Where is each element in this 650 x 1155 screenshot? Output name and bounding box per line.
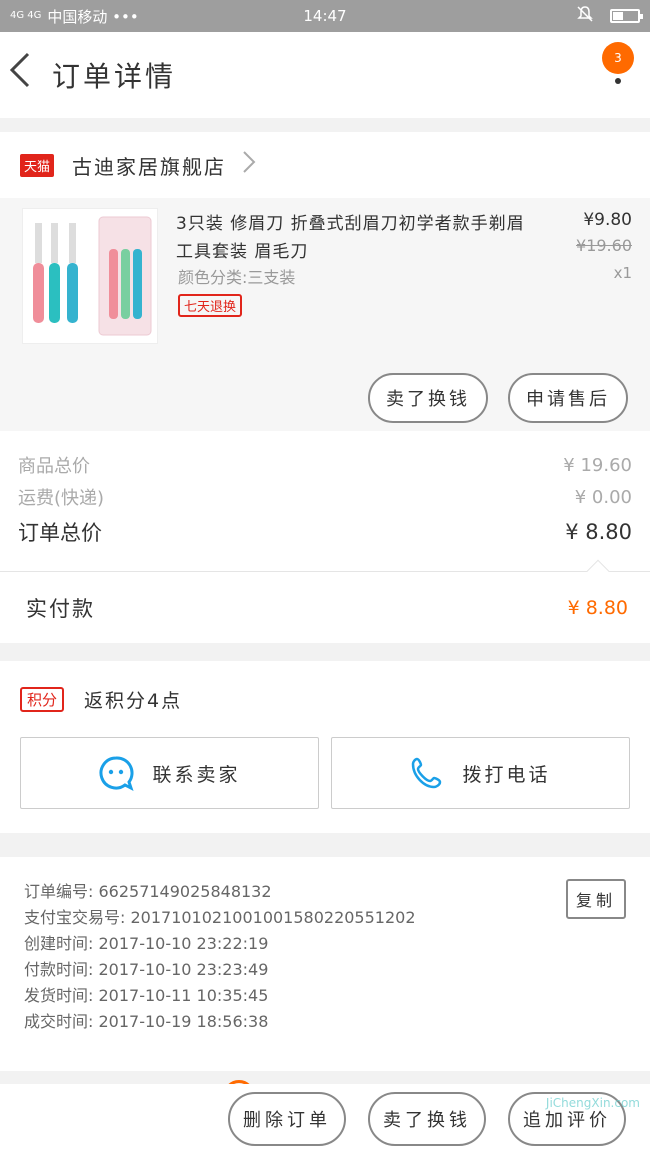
signal-indicator: 4G 4G [10,10,42,21]
shop-name: 古迪家居旗舰店 [72,154,227,179]
copy-button[interactable]: 复制 [565,879,626,919]
goods-total-value: ¥ 19.60 [563,454,632,476]
order-total-value: ¥ 8.80 [565,520,632,544]
paid-time: 付款时间: 2017-10-10 23:23:49 [24,960,269,979]
chat-icon [100,756,135,791]
paid-row: 实付款 ¥ 8.80 [0,559,650,643]
bottom-action-bar: 删除订单 卖了换钱 追加评价 JiChengXin.com [0,1084,650,1155]
product-title: 3只装 修眉刀 折叠式刮眉刀初学者款手剃眉工具套装 眉毛刀 [176,214,525,262]
product-quantity: x1 [613,264,632,282]
points-section: 积分 返积分4点 联系卖家 拨打电话 [0,661,650,833]
chevron-right-icon [242,150,256,181]
shop-row[interactable]: 天猫 古迪家居旗舰店 [0,132,650,198]
back-icon[interactable] [8,50,48,100]
carrier-name: 中国移动 ••• [47,7,139,26]
product-card[interactable]: 3只装 修眉刀 折叠式刮眉刀初学者款手剃眉工具套装 眉毛刀 颜色分类:三支装 七… [0,198,650,431]
alipay-number: 支付宝交易号: 2017101021001001580220551202 [24,908,416,927]
mute-icon [576,5,594,27]
product-price: ¥9.80 [583,210,632,230]
contact-seller-label: 联系卖家 [152,763,241,786]
after-sale-button[interactable]: 申请售后 [508,373,628,423]
points-badge: 积分 [20,686,65,712]
product-sku: 颜色分类:三支装 [178,268,296,287]
order-info: 订单编号: 66257149025848132 支付宝交易号: 20171010… [0,857,650,1071]
shipping-label: 运费(快递) [18,488,105,509]
call-phone-label: 拨打电话 [462,763,551,786]
goods-total-label: 商品总价 [18,456,90,477]
shipping-value: ¥ 0.00 [574,486,632,508]
tmall-logo: 天猫 [20,153,55,177]
shipped-time: 发货时间: 2017-10-11 10:35:45 [24,986,269,1005]
paid-value: ¥ 8.80 [567,596,628,619]
points-text: 返积分4点 [84,689,183,712]
completed-time: 成交时间: 2017-10-19 18:56:38 [24,1012,269,1031]
created-time: 创建时间: 2017-10-10 23:22:19 [24,934,269,953]
watermark: JiChengXin.com [545,1096,640,1110]
notification-badge: 3 [602,42,634,74]
phone-icon [412,757,442,789]
delete-order-button[interactable]: 删除订单 [228,1092,346,1146]
page-title: 订单详情 [52,60,177,93]
battery-icon [610,9,643,23]
product-original-price: ¥19.60 [576,236,632,255]
order-number: 订单编号: 66257149025848132 [24,882,272,901]
paid-label: 实付款 [26,596,95,621]
resell-button[interactable]: 卖了换钱 [368,373,488,423]
cost-summary: 商品总价 ¥ 19.60 运费(快递) ¥ 0.00 订单总价 ¥ 8.80 [0,431,650,571]
clock: 14:47 [303,7,347,25]
nav-bar: 订单详情 3 [0,32,650,118]
product-image[interactable] [22,208,158,344]
status-bar: 4G 4G 中国移动 ••• 14:47 [0,0,650,32]
return-policy-badge: 七天退换 [178,294,243,317]
order-total-label: 订单总价 [18,521,102,545]
call-phone-button[interactable]: 拨打电话 [331,737,630,809]
resell-bottom-button[interactable]: 卖了换钱 [368,1092,486,1146]
contact-seller-button[interactable]: 联系卖家 [20,737,319,809]
